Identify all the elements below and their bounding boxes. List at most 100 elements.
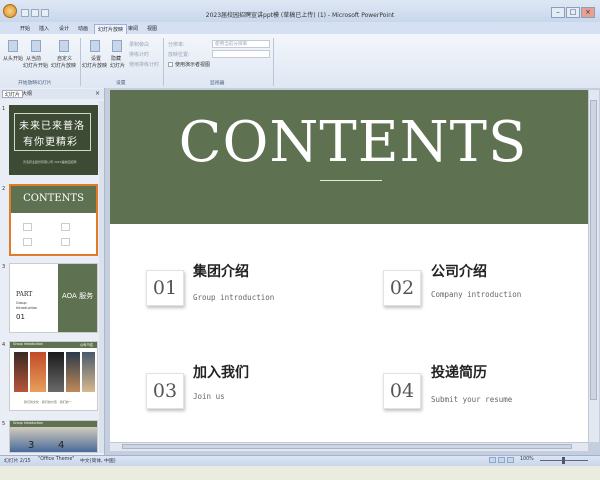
item-title[interactable]: 集团介绍: [193, 261, 249, 281]
group-monitors-label: 监视器: [210, 81, 225, 86]
poster-image: [30, 352, 46, 392]
thumb-item: [61, 223, 70, 231]
slide-number: 5: [2, 421, 6, 427]
ribbon-separator: [80, 38, 81, 86]
tab-home[interactable]: 开始: [17, 24, 33, 34]
resolution-label: 分辨率:: [168, 42, 185, 48]
poster-image: [14, 352, 28, 392]
normal-view-icon[interactable]: [489, 457, 496, 463]
item-title[interactable]: 投递简历: [431, 362, 487, 382]
thumb-number: 4: [58, 440, 65, 451]
item-title[interactable]: 加入我们: [193, 362, 249, 382]
from-beginning-button[interactable]: 从头开始: [3, 38, 23, 68]
setup-show-icon: [90, 40, 100, 52]
item-subtitle[interactable]: Submit your resume: [431, 395, 512, 404]
setup-show-button[interactable]: 设置 幻灯片放映: [82, 38, 108, 74]
slide-thumbnail-1[interactable]: 未来已来普洛 有你更精彩 普洛药业股份有限公司 2023届校园招聘: [9, 105, 98, 175]
item-number-box[interactable]: 03: [146, 373, 184, 409]
thumb-title-line1: 未来已来普洛: [19, 121, 85, 132]
slide-thumbnail-5[interactable]: Group introduction 3 4: [9, 420, 98, 453]
thumb-item: [23, 238, 32, 246]
hide-slide-icon: [112, 40, 122, 52]
pane-scrollbar[interactable]: [99, 101, 104, 453]
scroll-thumb[interactable]: [590, 100, 597, 400]
thumb-item: [23, 223, 32, 231]
thumb-number: 01: [16, 313, 25, 321]
use-timings-checkbox[interactable]: 使用排练计时: [129, 61, 159, 68]
item-subtitle[interactable]: Join us: [193, 392, 225, 401]
ribbon-separator: [163, 38, 164, 86]
pane-close-icon[interactable]: ×: [95, 90, 100, 97]
pane-tab-outline[interactable]: 大纲: [20, 90, 34, 98]
slideshow-start-icon: [8, 40, 18, 52]
item-number-box[interactable]: 02: [383, 270, 421, 306]
setup-show-label-2: 幻灯片放映: [82, 63, 108, 69]
vertical-scrollbar[interactable]: [588, 90, 599, 442]
slide-thumbnail-3[interactable]: PART Group Introduction 01 AOA 服务: [9, 263, 98, 333]
slide-title[interactable]: CONTENTS: [110, 110, 596, 175]
zoom-slider-thumb[interactable]: [562, 457, 565, 464]
thumb-item: [61, 238, 70, 246]
slide-number: 2: [2, 186, 6, 192]
record-narration-button[interactable]: 录制旁白: [129, 41, 149, 48]
zoom-level[interactable]: 100%: [520, 457, 534, 462]
language[interactable]: 中文(简体, 中国): [80, 457, 116, 464]
rehearse-timings-button[interactable]: 排练计时: [129, 51, 149, 58]
thumb-right-text: AOA 服务: [62, 292, 94, 300]
item-subtitle[interactable]: Group introduction: [193, 293, 274, 302]
title-underline: [320, 180, 382, 181]
slide-count: 幻灯片 2/15: [4, 459, 31, 464]
current-slide[interactable]: CONTENTS 01 集团介绍 Group introduction 02 公…: [110, 90, 596, 442]
item-number-box[interactable]: 04: [383, 373, 421, 409]
sorter-view-icon[interactable]: [498, 457, 505, 463]
custom-show-label-2: 幻灯片放映: [51, 63, 77, 69]
theme-name: "Office Theme": [38, 457, 75, 462]
item-title[interactable]: 公司介绍: [431, 261, 487, 281]
thumb-sub1: Group: [16, 301, 27, 305]
tab-animation[interactable]: 动画: [75, 24, 91, 34]
thumb-title-line2: 有你更精彩: [23, 137, 78, 148]
thumb-header-text: Group introduction: [13, 342, 43, 346]
minimize-button[interactable]: –: [551, 7, 565, 18]
group-setup-label: 设置: [116, 81, 126, 86]
slideshow-view-icon[interactable]: [507, 457, 514, 463]
show-on-label: 放映位置:: [168, 52, 190, 58]
from-current-label-2: 幻灯片开始: [23, 63, 49, 69]
ribbon-separator: [273, 38, 274, 86]
item-subtitle[interactable]: Company introduction: [431, 290, 521, 299]
presenter-view-label: 使用演示者视图: [175, 62, 211, 68]
tab-insert[interactable]: 插入: [36, 24, 52, 34]
bottom-strip: [0, 466, 600, 480]
poster-image: [66, 352, 80, 392]
slide-thumbnail-2[interactable]: CONTENTS: [9, 184, 98, 256]
scroll-thumb[interactable]: [122, 444, 572, 449]
tab-design[interactable]: 设计: [56, 24, 72, 34]
custom-show-button[interactable]: 自定义 幻灯片放映: [51, 38, 77, 74]
window-title: 2023届校园招聘宣讲ppt模 (草稿已上传) (1) - Microsoft …: [205, 12, 395, 19]
group-start-slideshow-label: 开始放映幻灯片: [18, 81, 52, 86]
tab-review[interactable]: 审阅: [125, 24, 141, 34]
from-beginning-label: 从头开始: [3, 56, 24, 62]
close-button[interactable]: ×: [581, 7, 595, 18]
tab-slideshow[interactable]: 幻灯片放映: [94, 24, 128, 34]
setup-show-label: 设置: [91, 56, 102, 62]
custom-show-label: 自定义: [57, 56, 73, 62]
hide-slide-label: 隐藏: [111, 56, 122, 62]
show-on-select[interactable]: [212, 50, 270, 58]
from-current-label: 从当前: [26, 56, 42, 62]
presenter-view-checkbox[interactable]: [168, 62, 173, 67]
custom-show-icon: [59, 40, 69, 52]
slide-thumbnail-4[interactable]: Group introduction 公司介绍 我们的文化 · 我们的价值 · …: [9, 341, 98, 411]
horizontal-scrollbar[interactable]: [110, 442, 588, 451]
resolution-select[interactable]: 使用当前分辨率: [212, 40, 270, 48]
slide-number: 3: [2, 264, 6, 270]
maximize-button[interactable]: □: [566, 7, 580, 18]
tab-view[interactable]: 视图: [144, 24, 160, 34]
item-number-box[interactable]: 01: [146, 270, 184, 306]
slideshow-current-icon: [31, 40, 41, 52]
hide-slide-button[interactable]: 隐藏 幻灯片: [107, 38, 127, 74]
from-current-button[interactable]: 从当前 幻灯片开始: [23, 38, 49, 74]
poster-image: [82, 352, 95, 392]
thumb-header-tag: 公司介绍: [80, 343, 93, 347]
slide-number: 4: [2, 342, 6, 348]
